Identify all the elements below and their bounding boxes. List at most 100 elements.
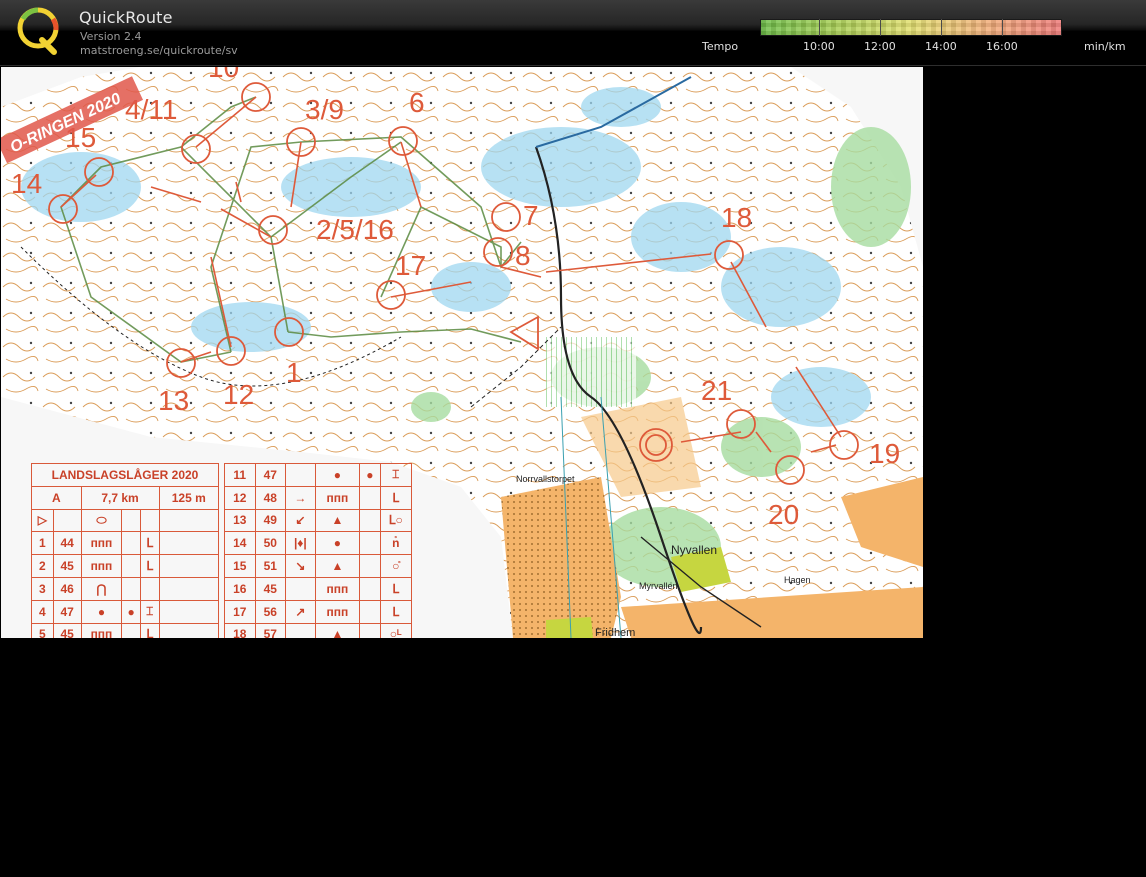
control-row: 17 56 ↗ ᴨᴨᴨ ᒪ — [224, 599, 412, 624]
control-row: 4 47 ● ● ⌶ — [31, 599, 219, 624]
control-row: 11 47 ● ● ⌶ — [224, 463, 412, 487]
feature-detail-icon — [359, 576, 381, 601]
place-name: Hagen — [784, 575, 811, 585]
location-symbol-icon: ᒪ — [139, 554, 160, 578]
start-symbol-icon: ▷ — [31, 508, 54, 533]
app-url[interactable]: matstroeng.se/quickroute/sv — [80, 44, 238, 57]
control-label: 10 — [208, 67, 239, 83]
control-label: 14 — [11, 168, 42, 199]
empty-cell — [158, 622, 219, 638]
control-label: 21 — [701, 375, 732, 406]
feature-symbol-icon: ᴨᴨᴨ — [80, 531, 123, 556]
feature-detail-icon — [121, 622, 141, 638]
tempo-tick-label: 16:00 — [986, 40, 1018, 53]
control-rows: 1 44 ᴨᴨᴨ ᒪ 2 45 ᴨᴨᴨ ᒪ 3 46 ⋂ 4 47 ● ● ⌶ 5 45 ᴨᴨᴨ ᒪ — [31, 531, 219, 638]
feature-symbol-icon: ● — [314, 531, 361, 556]
empty-cell — [158, 554, 219, 578]
card-climb: 125 m — [158, 485, 219, 510]
direction-symbol-icon: → — [285, 485, 316, 510]
control-number: 2 — [31, 554, 54, 578]
location-symbol-icon: ᒪ — [379, 576, 412, 601]
control-label: 7 — [523, 200, 539, 231]
control-code: 47 — [254, 463, 287, 487]
place-name: Nyvallen — [671, 543, 717, 557]
control-label: 13 — [158, 385, 189, 416]
feature-symbol-icon: ▲ — [314, 554, 361, 578]
control-number: 16 — [224, 576, 256, 601]
control-code: 45 — [254, 576, 287, 601]
direction-symbol-icon — [285, 622, 316, 638]
control-label: 8 — [515, 240, 531, 271]
feature-detail-icon — [359, 622, 381, 638]
direction-symbol-icon: ↘ — [285, 554, 316, 578]
direction-symbol-icon — [285, 463, 316, 487]
control-row: 16 45 ᴨᴨᴨ ᒪ — [224, 576, 412, 601]
location-symbol-icon: ᒪ○ — [379, 508, 412, 533]
place-name: Myrvallen — [639, 581, 678, 591]
empty-cell — [158, 576, 219, 601]
feature-detail-icon — [359, 485, 381, 510]
control-row: 13 49 ↙ ▲ ᒪ○ — [224, 508, 412, 533]
header-bar: QuickRoute Version 2.4 matstroeng.se/qui… — [0, 0, 1146, 66]
card-distance: 7,7 km — [80, 485, 160, 510]
control-row: 3 46 ⋂ — [31, 576, 219, 601]
direction-symbol-icon — [285, 576, 316, 601]
tempo-tick-label: 10:00 — [803, 40, 835, 53]
quickroute-logo-icon — [17, 7, 59, 55]
app-version: Version 2.4 — [80, 30, 142, 43]
empty-cell — [158, 599, 219, 624]
control-code: 45 — [52, 622, 82, 638]
feature-detail-icon — [359, 531, 381, 556]
control-code: 47 — [52, 599, 82, 624]
feature-symbol-icon: ᴨᴨᴨ — [80, 622, 123, 638]
control-code: 48 — [254, 485, 287, 510]
tempo-tick-mark — [941, 19, 942, 36]
control-description-table-left: LANDSLAGSLÅGER 2020 A 7,7 km 125 m ▷ ⬭ 1… — [31, 463, 219, 638]
direction-symbol-icon: |♦| — [285, 531, 316, 556]
control-code: 49 — [254, 508, 287, 533]
feature-symbol-icon: ⋂ — [80, 576, 123, 601]
location-symbol-icon: ᒪ — [139, 531, 160, 556]
control-code: 51 — [254, 554, 287, 578]
location-symbol-icon: ⌶ — [139, 599, 160, 624]
location-symbol-icon: ᒪ — [139, 622, 160, 638]
start-feature-icon: ⬭ — [80, 508, 123, 533]
control-number: 14 — [224, 531, 256, 556]
feature-symbol-icon: ● — [314, 463, 361, 487]
location-symbol-icon: n̊ — [379, 531, 412, 556]
feature-detail-icon — [121, 554, 141, 578]
feature-symbol-icon: ▲ — [314, 622, 361, 638]
control-number: 1 — [31, 531, 54, 556]
feature-detail-icon — [359, 599, 381, 624]
tempo-unit-label: min/km — [1084, 40, 1126, 53]
control-label: 18 — [721, 202, 752, 233]
feature-symbol-icon: ▲ — [314, 508, 361, 533]
direction-symbol-icon: ↙ — [285, 508, 316, 533]
tempo-color-scale — [760, 19, 1062, 36]
card-class: A — [31, 485, 82, 510]
map-canvas[interactable]: 10 4/11 3/9 6 15 14 2/5/16 7 18 8 17 1 1… — [1, 67, 923, 638]
control-code: 44 — [52, 531, 82, 556]
control-label: 17 — [395, 250, 426, 281]
control-row: 18 57 ▲ ○ᴸ — [224, 622, 412, 638]
control-number: 17 — [224, 599, 256, 624]
tempo-tick-label: 12:00 — [864, 40, 896, 53]
control-number: 15 — [224, 554, 256, 578]
control-label: 12 — [223, 379, 254, 410]
control-number: 4 — [31, 599, 54, 624]
feature-detail-icon — [359, 554, 381, 578]
location-symbol-icon: ⌶ — [379, 463, 412, 487]
place-name: Fridhem — [595, 627, 635, 638]
tempo-tick-mark — [1002, 19, 1003, 36]
feature-detail-icon: ● — [359, 463, 381, 487]
control-row: 1 44 ᴨᴨᴨ ᒪ — [31, 531, 219, 556]
place-name: Norrvallstorpet — [516, 474, 575, 484]
control-description-card: LANDSLAGSLÅGER 2020 A 7,7 km 125 m ▷ ⬭ 1… — [31, 463, 413, 638]
control-label: 1 — [286, 357, 302, 388]
control-code: 50 — [254, 531, 287, 556]
tempo-tick-label: 14:00 — [925, 40, 957, 53]
control-row: 15 51 ↘ ▲ ○̊ — [224, 554, 412, 578]
control-number: 18 — [224, 622, 256, 638]
location-symbol-icon — [139, 576, 160, 601]
control-label: 19 — [869, 438, 900, 469]
